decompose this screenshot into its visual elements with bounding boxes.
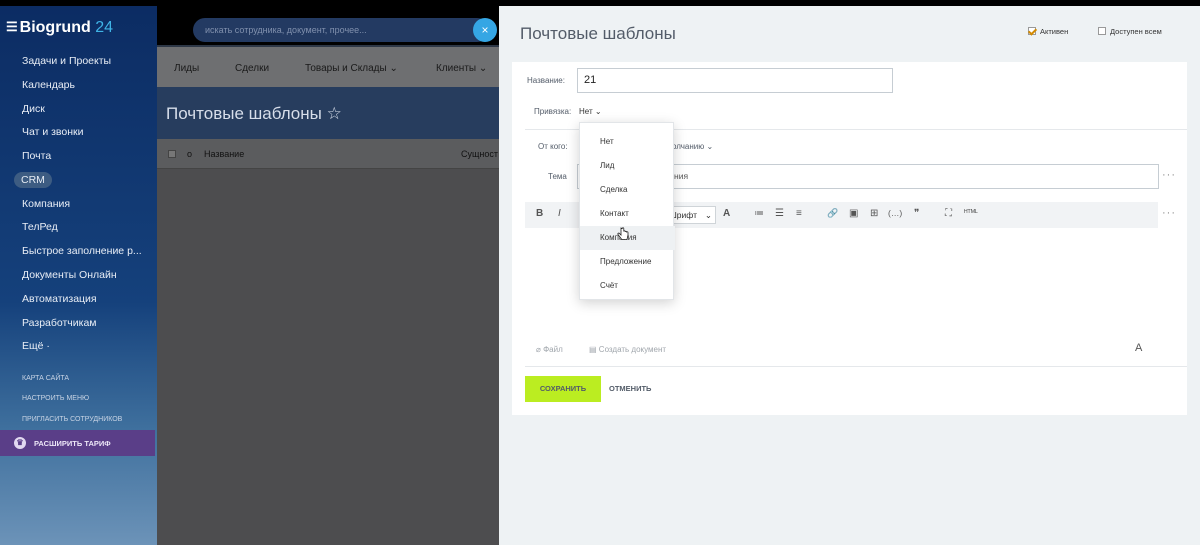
create-document-button[interactable]: ▤ Создать документ [589,345,666,354]
active-checkbox[interactable]: Активен [1028,27,1068,36]
quote-icon[interactable]: ❞ [914,208,919,219]
dropdown-item-deal[interactable]: Сделка [580,178,675,202]
close-icon[interactable]: × [473,18,497,42]
link-icon[interactable]: 🔗 [827,208,838,219]
hand-cursor-icon [617,227,629,240]
sidebar-item-quickfill[interactable]: Быстрое заполнение р... [22,245,142,257]
public-checkbox[interactable]: Доступен всем [1098,27,1162,36]
attach-file-button[interactable]: ⌀ Файл [536,345,563,354]
column-name[interactable]: Название [204,149,244,159]
binding-label: Привязка: [534,107,572,116]
active-label: Активен [1040,27,1069,36]
dropdown-item-none[interactable]: Нет [580,130,675,154]
configure-menu-link[interactable]: НАСТРОИТЬ МЕНЮ [22,395,89,402]
divider [525,366,1187,367]
chevron-down-icon: ⌄ [594,107,602,116]
tab-products[interactable]: Товары и Склады ⌄ [305,63,398,74]
panel-title: Почтовые шаблоны [520,24,676,43]
page-header: Почтовые шаблоны ☆ [157,87,499,139]
table-icon[interactable]: ⊞ [870,208,878,219]
ordered-list-icon[interactable]: ≔ [754,208,764,219]
sidebar-item-automation[interactable]: Автоматизация [22,293,97,305]
logo[interactable]: ☰ Biogrund 24 [6,19,113,37]
upgrade-plan-label: РАСШИРИТЬ ТАРИФ [34,439,111,448]
public-label: Доступен всем [1110,27,1162,36]
sidebar-item-telred[interactable]: ТелРед [22,221,58,233]
column-entity[interactable]: Сущност [461,149,498,159]
crm-tabs: Лиды Сделки Товары и Склады ⌄ Клиенты ⌄ [157,45,499,87]
column-o[interactable]: о [187,149,192,159]
binding-value: Нет [579,107,593,116]
sitemap-link[interactable]: КАРТА САЙТА [22,375,69,382]
sidebar-item-more[interactable]: Ещё · [22,340,50,352]
sidebar-item-tasks[interactable]: Задачи и Проекты [22,55,111,67]
align-icon[interactable]: ≡ [796,208,802,219]
search-input[interactable]: искать сотрудника, документ, прочее... [193,18,489,42]
unordered-list-icon[interactable]: ☰ [775,208,784,219]
code-icon[interactable]: (…) [888,208,902,218]
brand-name: Biogrund [19,19,91,36]
bold-icon[interactable]: B [536,208,543,219]
save-button[interactable]: СОХРАНИТЬ [525,376,601,402]
font-size-icon[interactable]: A [723,208,730,219]
dropdown-item-lead[interactable]: Лид [580,154,675,178]
toolbar-more-icon[interactable]: ··· [1162,207,1176,219]
dropdown-item-quote[interactable]: Предложение [580,250,675,274]
html-icon[interactable]: ᴴᵀᴹᴸ [964,208,978,217]
checkbox-checked-icon [1028,27,1036,35]
binding-dropdown: Нет Лид Сделка Контакт Компания Предложе… [579,122,675,300]
paperclip-icon: ⌀ [536,345,541,354]
sidebar-item-disk[interactable]: Диск [22,103,45,115]
sidebar-item-company[interactable]: Компания [22,198,70,210]
sidebar-item-crm[interactable]: CRM [14,172,52,188]
attach-file-label: Файл [543,345,563,354]
sidebar-item-calendar[interactable]: Календарь [22,79,75,91]
name-label: Название: [527,76,565,85]
checkbox-empty-icon [1098,27,1106,35]
binding-select[interactable]: Нет ⌄ [579,107,602,116]
sidebar-item-docs-online[interactable]: Документы Онлайн [22,269,117,281]
tab-clients[interactable]: Клиенты ⌄ [436,63,487,74]
create-document-label: Создать документ [598,345,667,354]
subject-more-icon[interactable]: ··· [1162,169,1176,181]
upgrade-plan-button[interactable]: ♛ РАСШИРИТЬ ТАРИФ [0,430,155,456]
select-all-checkbox[interactable] [168,150,176,158]
main-area: Лиды Сделки Товары и Склады ⌄ Клиенты ⌄ … [157,45,499,545]
invite-employees-link[interactable]: ПРИГЛАСИТЬ СОТРУДНИКОВ [22,416,122,423]
sidebar-item-mail[interactable]: Почта [22,150,51,162]
chevron-down-icon: ⌄ [704,210,712,220]
from-label: От кого: [538,142,568,151]
italic-icon[interactable]: I [558,208,561,219]
tab-deals[interactable]: Сделки [235,63,269,74]
subject-label: Тема [548,172,567,181]
menu-icon[interactable]: ☰ [6,19,18,35]
table-header: о Название Сущност [157,139,499,169]
sidebar: ☰ Biogrund 24 Задачи и Проекты Календарь … [0,6,157,545]
dropdown-item-contact[interactable]: Контакт [580,202,675,226]
tab-leads[interactable]: Лиды [174,63,199,74]
from-select[interactable]: олчанию ⌄ [672,142,713,151]
fullscreen-icon[interactable]: ⛶ [945,208,952,219]
name-field[interactable]: 21 [577,68,893,93]
document-icon: ▤ [589,345,597,354]
page-title: Почтовые шаблоны ☆ [166,104,342,123]
text-format-icon[interactable]: A [1135,342,1142,354]
sidebar-item-chat[interactable]: Чат и звонки [22,126,84,138]
sidebar-item-developers[interactable]: Разработчикам [22,317,97,329]
dropdown-item-invoice[interactable]: Счёт [580,274,675,298]
brand-number: 24 [95,19,113,36]
crown-icon: ♛ [14,437,26,449]
cancel-button[interactable]: ОТМЕНИТЬ [609,384,651,393]
image-icon[interactable]: ▣ [849,208,858,219]
